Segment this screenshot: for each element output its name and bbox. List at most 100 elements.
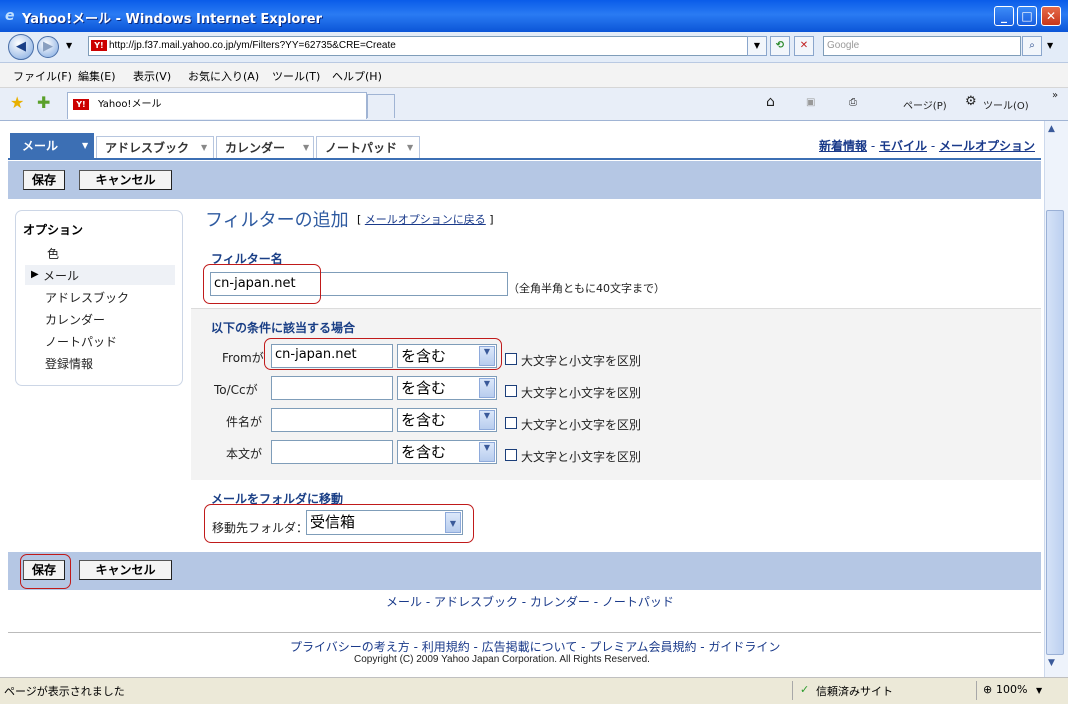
zoom-level[interactable]: 100% <box>996 683 1027 696</box>
menu-view[interactable]: 表示(V) <box>133 68 171 84</box>
search-input[interactable]: Google <box>823 36 1021 56</box>
maximize-button[interactable]: □ <box>1017 6 1037 26</box>
history-dropdown-icon[interactable]: ▼ <box>66 41 72 50</box>
menu-tools[interactable]: ツール(T) <box>272 68 320 84</box>
condition-tocc-input[interactable] <box>271 376 393 400</box>
browser-tab[interactable]: Yahoo!メール <box>67 92 367 119</box>
footer-links[interactable]: プライバシーの考え方 - 利用規約 - 広告掲載について - プレミアム会員規約… <box>290 638 780 655</box>
menu-help[interactable]: ヘルプ(H) <box>332 68 382 84</box>
cancel-button[interactable]: キャンセル <box>79 170 172 190</box>
nav-tab-label: カレンダー <box>225 141 286 155</box>
nav-tab-mail[interactable]: メール ▼ <box>10 133 94 159</box>
top-links: 新着情報 - モバイル - メールオプション <box>819 137 1035 154</box>
url-dropdown-button[interactable]: ▼ <box>747 36 767 56</box>
condition-from-case-checkbox[interactable] <box>505 353 517 365</box>
sidebar-item-notepad[interactable]: ノートパッド <box>45 333 117 350</box>
highlight-move-folder <box>204 504 474 543</box>
condition-body-label: 本文が <box>226 447 263 461</box>
page-title: フィルターの追加 <box>205 210 349 231</box>
stop-icon[interactable]: ✕ <box>794 36 814 56</box>
refresh-icon[interactable]: ⟲ <box>770 36 790 56</box>
save-button[interactable]: 保存 <box>23 170 65 190</box>
menu-favorites[interactable]: お気に入り(A) <box>188 68 259 84</box>
sidebar-item-color[interactable]: 色 <box>47 245 59 262</box>
chevron-more-icon[interactable]: » <box>1052 90 1058 101</box>
check-icon: ✓ <box>800 683 810 696</box>
new-info-link[interactable]: 新着情報 <box>819 139 867 153</box>
tab-favicon: Y! <box>73 99 89 110</box>
add-favorite-icon[interactable]: ✚ <box>37 93 50 112</box>
conditions-heading: 以下の条件に該当する場合 <box>211 321 356 335</box>
condition-subject-input[interactable] <box>271 408 393 432</box>
chevron-down-icon: ▼ <box>201 143 208 152</box>
minimize-button[interactable]: _ <box>994 6 1014 26</box>
chevron-down-icon: ▼ <box>479 378 495 398</box>
condition-body-input[interactable] <box>271 440 393 464</box>
security-zone: 信頼済みサイト <box>816 685 893 698</box>
menu-bar: ファイル(F) 編集(E) 表示(V) お気に入り(A) ツール(T) ヘルプ(… <box>0 63 1068 88</box>
condition-tocc-select[interactable]: を含む ▼ <box>397 376 497 400</box>
condition-from-label: Fromが <box>222 351 264 365</box>
print-icon[interactable]: ⎙ <box>849 97 857 108</box>
ie-logo-icon: e <box>5 8 15 24</box>
cancel-button-bottom[interactable]: キャンセル <box>79 560 172 580</box>
mobile-link[interactable]: モバイル <box>879 139 927 153</box>
sidebar-item-calendar[interactable]: カレンダー <box>45 311 105 328</box>
search-icon[interactable]: ⌕ <box>1022 36 1042 56</box>
scroll-down-icon[interactable]: ▼ <box>1048 658 1055 668</box>
chevron-down-icon: ▼ <box>82 141 89 150</box>
close-button[interactable]: ✕ <box>1041 6 1061 26</box>
home-icon[interactable]: ⌂ <box>766 94 775 110</box>
footer-nav[interactable]: メール - アドレスブック - カレンダー - ノートパッド <box>386 593 674 610</box>
nav-tab-notepad[interactable]: ノートパッド ▼ <box>316 136 420 159</box>
condition-subject-case-label: 大文字と小文字を区別 <box>521 418 642 432</box>
nav-underline <box>8 158 1041 160</box>
sidebar-title: オプション <box>23 223 84 237</box>
condition-subject-label: 件名が <box>226 415 263 429</box>
select-value: を含む <box>401 379 447 397</box>
chevron-down-icon: ▼ <box>303 143 310 152</box>
sidebar-item-addressbook[interactable]: アドレスブック <box>45 289 129 306</box>
highlight-from-condition <box>264 338 502 370</box>
scroll-up-icon[interactable]: ▲ <box>1048 124 1055 134</box>
sidebar-item-mail[interactable]: メール <box>43 267 79 284</box>
nav-tab-label: ノートパッド <box>325 141 398 155</box>
chevron-down-icon: ▼ <box>407 143 414 152</box>
menu-edit[interactable]: 編集(E) <box>78 68 116 84</box>
condition-tocc-case-checkbox[interactable] <box>505 385 517 397</box>
tools-menu[interactable]: ツール(O) <box>983 97 1029 112</box>
favorites-star-icon[interactable]: ★ <box>10 93 24 112</box>
condition-tocc-case-label: 大文字と小文字を区別 <box>521 386 642 400</box>
condition-subject-select[interactable]: を含む ▼ <box>397 408 497 432</box>
status-bar: ページが表示されました ✓ 信頼済みサイト ⊕ 100% ▼ <box>0 677 1068 704</box>
zoom-icon: ⊕ <box>983 683 993 696</box>
condition-from-case-label: 大文字と小文字を区別 <box>521 354 642 368</box>
condition-body-case-checkbox[interactable] <box>505 449 517 461</box>
select-value: を含む <box>401 443 447 461</box>
window-title: Yahoo!メール - Windows Internet Explorer <box>22 12 322 27</box>
back-to-options-link[interactable]: メールオプションに戻る <box>365 213 486 226</box>
condition-subject-case-checkbox[interactable] <box>505 417 517 429</box>
select-value: を含む <box>401 411 447 429</box>
gear-icon[interactable]: ⚙ <box>965 94 977 109</box>
mail-options-link[interactable]: メールオプション <box>939 139 1035 153</box>
yahoo-favicon: Y! <box>91 40 107 51</box>
search-options-icon[interactable]: ▼ <box>1047 41 1053 50</box>
forward-button[interactable]: ▶ <box>37 36 59 58</box>
feeds-icon[interactable]: ▣ <box>806 97 815 108</box>
status-separator <box>976 681 977 700</box>
menu-file[interactable]: ファイル(F) <box>13 68 72 84</box>
link-separator: - <box>927 139 939 153</box>
url-input[interactable]: http://jp.f37.mail.yahoo.co.jp/ym/Filter… <box>88 36 763 56</box>
condition-body-select[interactable]: を含む ▼ <box>397 440 497 464</box>
copyright-text: Copyright (C) 2009 Yahoo Japan Corporati… <box>354 654 650 665</box>
nav-tab-calendar[interactable]: カレンダー ▼ <box>216 136 314 159</box>
sidebar-item-registration[interactable]: 登録情報 <box>45 355 93 372</box>
zoom-dropdown-icon[interactable]: ▼ <box>1036 686 1042 695</box>
scrollbar-thumb[interactable] <box>1046 210 1064 655</box>
triangle-right-icon: ▶ <box>31 269 39 280</box>
nav-tab-addressbook[interactable]: アドレスブック ▼ <box>96 136 214 159</box>
new-tab-button[interactable] <box>367 94 395 118</box>
back-button[interactable]: ◀ <box>8 34 34 60</box>
page-menu[interactable]: ページ(P) <box>903 97 947 112</box>
